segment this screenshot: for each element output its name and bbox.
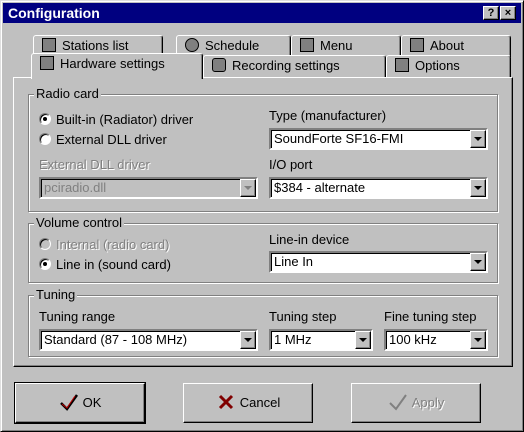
stations-list-icon (42, 38, 56, 52)
tab-label: Hardware settings (60, 56, 165, 71)
builtin-driver-radio[interactable]: Built-in (Radiator) driver (39, 112, 193, 128)
chevron-down-icon[interactable] (470, 130, 486, 148)
tab-label: Stations list (62, 38, 129, 53)
type-combo[interactable]: SoundForte SF16-FMI (269, 128, 488, 150)
button-label: Cancel (239, 395, 281, 410)
help-button[interactable]: ? (483, 6, 499, 20)
combo-value: pciradio.dll (44, 180, 107, 195)
record-icon (212, 58, 226, 72)
chevron-down-icon[interactable] (470, 253, 486, 271)
group-title: Volume control (34, 215, 124, 231)
clock-icon (185, 38, 199, 52)
tab-about[interactable]: About (401, 35, 511, 57)
volume-control-group: Volume control Internal (radio card) Lin… (28, 215, 498, 283)
line-in-device-label: Line-in device (269, 232, 350, 247)
tuning-range-combo[interactable]: Standard (87 - 108 MHz) (39, 329, 258, 351)
combo-value: Line In (274, 254, 314, 269)
tab-label: Options (415, 58, 460, 73)
tab-recording-settings[interactable]: Recording settings (203, 55, 386, 77)
radio-label: Built-in (Radiator) driver (56, 112, 194, 127)
line-in-radio[interactable]: Line in (sound card) (39, 257, 171, 273)
chevron-down-icon[interactable] (355, 331, 371, 349)
checkmark-icon (59, 394, 78, 411)
button-label: OK (82, 395, 102, 410)
external-driver-radio[interactable]: External DLL driver (39, 132, 167, 148)
chevron-down-icon[interactable] (470, 179, 486, 197)
group-title: Radio card (34, 86, 101, 102)
tab-options[interactable]: Options (386, 55, 511, 77)
chevron-down-icon[interactable] (240, 179, 256, 197)
type-label: Type (manufacturer) (269, 108, 387, 123)
combo-value: Standard (87 - 108 MHz) (44, 332, 188, 347)
combo-value: $384 - alternate (274, 180, 366, 195)
radio-label: Line in (sound card) (56, 257, 171, 272)
chevron-down-icon[interactable] (470, 331, 486, 349)
hardware-settings-panel: Radio card Built-in (Radiator) driver Ex… (13, 77, 513, 367)
combo-value: SoundForte SF16-FMI (274, 131, 404, 146)
fine-tuning-step-label: Fine tuning step (384, 309, 477, 324)
options-icon (395, 58, 409, 72)
io-port-label: I/O port (269, 157, 313, 172)
tuning-range-label: Tuning range (39, 309, 116, 324)
checkmark-icon (389, 394, 407, 411)
line-in-device-combo[interactable]: Line In (269, 251, 488, 273)
title-bar: Configuration ? × (3, 3, 521, 23)
dll-driver-label: External DLL driver (39, 157, 150, 172)
tuning-group: Tuning Tuning range Standard (87 - 108 M… (28, 287, 498, 357)
tuning-step-combo[interactable]: 1 MHz (269, 329, 373, 351)
window-title: Configuration (8, 5, 100, 21)
radio-unselected-icon (39, 133, 51, 145)
tab-label: About (430, 38, 464, 53)
tab-menu[interactable]: Menu (291, 35, 401, 57)
hardware-icon (40, 56, 54, 70)
tab-hardware-settings[interactable]: Hardware settings (31, 53, 203, 79)
close-button[interactable]: × (500, 6, 516, 20)
radio-selected-icon (39, 113, 51, 125)
group-title: Tuning (34, 287, 78, 303)
tuning-step-label: Tuning step (269, 309, 337, 324)
radio-unselected-icon (39, 238, 51, 250)
cancel-button[interactable]: Cancel (183, 383, 313, 423)
apply-button[interactable]: Apply (351, 383, 481, 423)
button-label: Apply (411, 395, 445, 410)
radio-selected-icon (39, 258, 51, 270)
menu-icon (300, 38, 314, 52)
cross-icon (218, 394, 233, 410)
internal-radio[interactable]: Internal (radio card) (39, 237, 169, 253)
about-icon (410, 38, 424, 52)
combo-value: 1 MHz (274, 332, 312, 347)
tab-label: Menu (320, 38, 353, 53)
tab-label: Recording settings (232, 58, 340, 73)
fine-tuning-step-combo[interactable]: 100 kHz (384, 329, 488, 351)
radio-label: External DLL driver (56, 132, 167, 147)
dll-driver-combo[interactable]: pciradio.dll (39, 177, 258, 199)
tab-label: Schedule (205, 38, 260, 53)
configuration-window: Configuration ? × Stations list Schedule… (0, 0, 524, 432)
radio-card-group: Radio card Built-in (Radiator) driver Ex… (28, 86, 498, 212)
combo-value: 100 kHz (389, 332, 437, 347)
ok-button[interactable]: OK (14, 382, 146, 424)
chevron-down-icon[interactable] (240, 331, 256, 349)
io-port-combo[interactable]: $384 - alternate (269, 177, 488, 199)
radio-label: Internal (radio card) (56, 237, 170, 252)
